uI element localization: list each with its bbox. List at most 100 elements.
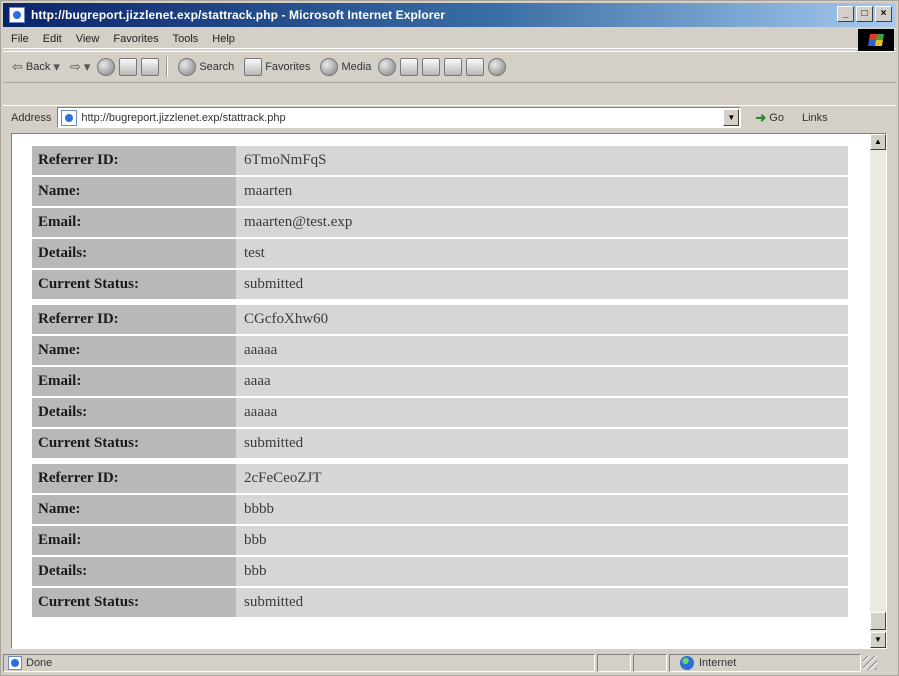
table-row: Referrer ID: 2cFeCeoZJT [32, 464, 848, 493]
media-icon [320, 58, 339, 76]
title-bar[interactable]: http://bugreport.jizzlenet.exp/stattrack… [3, 3, 896, 27]
field-value: test [236, 239, 848, 268]
field-label: Referrer ID: [32, 464, 236, 493]
menu-help[interactable]: Help [205, 33, 242, 45]
media-button[interactable]: Media [317, 56, 374, 78]
page-icon [61, 109, 78, 126]
internet-zone-icon [680, 656, 694, 670]
ie-page-icon [9, 7, 25, 23]
favorites-label: Favorites [265, 61, 311, 73]
back-label: Back [25, 61, 51, 73]
field-value: CGcfoXhw60 [236, 305, 848, 334]
maximize-button[interactable]: □ [856, 6, 873, 22]
forward-button[interactable]: ⇨ ▾ [67, 57, 93, 77]
status-pane-empty [597, 654, 631, 672]
field-label: Name: [32, 177, 236, 206]
status-bar: Done Internet [3, 653, 896, 673]
field-label: Name: [32, 495, 236, 524]
field-value: maarten [236, 177, 848, 206]
status-text: Done [26, 657, 53, 669]
field-value: aaaaa [236, 398, 848, 427]
search-icon [178, 58, 197, 76]
scroll-down-button[interactable]: ▼ [870, 632, 886, 648]
forward-dropdown-icon[interactable]: ▾ [84, 59, 91, 75]
field-label: Referrer ID: [32, 146, 236, 175]
table-row: Referrer ID: CGcfoXhw60 [32, 305, 848, 334]
status-pane-empty [633, 654, 667, 672]
go-button[interactable]: ➜ Go [755, 110, 784, 126]
address-dropdown-button[interactable]: ▼ [723, 109, 740, 126]
field-label: Email: [32, 208, 236, 237]
field-value: aaaaa [236, 336, 848, 365]
menu-bar: File Edit View Favorites Tools Help [3, 29, 896, 51]
favorites-button[interactable]: Favorites [241, 56, 313, 78]
record-separator [32, 301, 848, 303]
field-value: 6TmoNmFqS [236, 146, 848, 175]
page-done-icon [8, 656, 22, 670]
table-row: Name: aaaaa [32, 336, 848, 365]
menu-favorites[interactable]: Favorites [106, 33, 165, 45]
back-arrow-icon: ⇦ [12, 59, 23, 74]
standard-toolbar: ⇦ Back ▾ ⇨ ▾ Search Favorites Media [3, 51, 896, 83]
address-input[interactable]: http://bugreport.jizzlenet.exp/stattrack… [57, 107, 742, 128]
favorites-icon [244, 58, 263, 76]
menu-file[interactable]: File [3, 33, 36, 45]
field-value: 2cFeCeoZJT [236, 464, 848, 493]
window-controls: _ □ × [837, 6, 892, 22]
vertical-scrollbar[interactable]: ▲ ▼ [870, 134, 886, 648]
page-content: Referrer ID: 6TmoNmFqS Name: maarten Email… [32, 144, 848, 619]
table-row: Email: bbb [32, 526, 848, 555]
field-label: Details: [32, 239, 236, 268]
messenger-icon[interactable] [488, 58, 507, 76]
mail-icon[interactable] [400, 58, 419, 76]
go-label: Go [769, 111, 784, 124]
stop-icon[interactable] [97, 58, 116, 76]
links-button[interactable]: Links [802, 112, 828, 124]
field-label: Details: [32, 398, 236, 427]
field-label: Email: [32, 367, 236, 396]
table-row: Name: bbbb [32, 495, 848, 524]
field-value: bbbb [236, 495, 848, 524]
media-label: Media [341, 61, 372, 73]
field-value: aaaa [236, 367, 848, 396]
table-row: Current Status: submitted [32, 270, 848, 299]
separator-cell [32, 301, 848, 303]
discuss-icon[interactable] [466, 58, 485, 76]
field-value: submitted [236, 588, 848, 617]
minimize-button[interactable]: _ [837, 6, 854, 22]
resize-grip[interactable] [863, 656, 877, 670]
search-label: Search [199, 61, 235, 73]
field-label: Email: [32, 526, 236, 555]
field-value: bbb [236, 557, 848, 586]
refresh-icon[interactable] [119, 58, 138, 76]
security-zone-pane[interactable]: Internet [669, 654, 861, 672]
menu-edit[interactable]: Edit [36, 33, 69, 45]
home-icon[interactable] [141, 58, 160, 76]
menu-tools[interactable]: Tools [166, 33, 206, 45]
menu-view[interactable]: View [69, 33, 107, 45]
field-label: Name: [32, 336, 236, 365]
field-value: maarten@test.exp [236, 208, 848, 237]
back-button[interactable]: ⇦ Back ▾ [9, 57, 63, 77]
record-separator [32, 460, 848, 462]
history-icon[interactable] [378, 58, 397, 76]
page-viewport[interactable]: Referrer ID: 6TmoNmFqS Name: maarten Email… [11, 133, 887, 649]
field-value: submitted [236, 429, 848, 458]
table-row: Email: maarten@test.exp [32, 208, 848, 237]
scroll-up-button[interactable]: ▲ [870, 134, 886, 150]
table-row: Details: test [32, 239, 848, 268]
status-pane-main: Done [3, 654, 595, 672]
forward-arrow-icon: ⇨ [69, 59, 81, 74]
scroll-thumb[interactable] [870, 612, 886, 630]
print-icon[interactable] [422, 58, 441, 76]
address-url[interactable]: http://bugreport.jizzlenet.exp/stattrack… [81, 112, 285, 124]
field-label: Details: [32, 557, 236, 586]
table-row: Email: aaaa [32, 367, 848, 396]
close-button[interactable]: × [875, 6, 892, 22]
toolbar-separator [166, 57, 169, 77]
edit-icon[interactable] [444, 58, 463, 76]
search-button[interactable]: Search [175, 56, 237, 78]
separator-cell [32, 460, 848, 462]
back-dropdown-icon[interactable]: ▾ [53, 59, 60, 75]
field-value: submitted [236, 270, 848, 299]
